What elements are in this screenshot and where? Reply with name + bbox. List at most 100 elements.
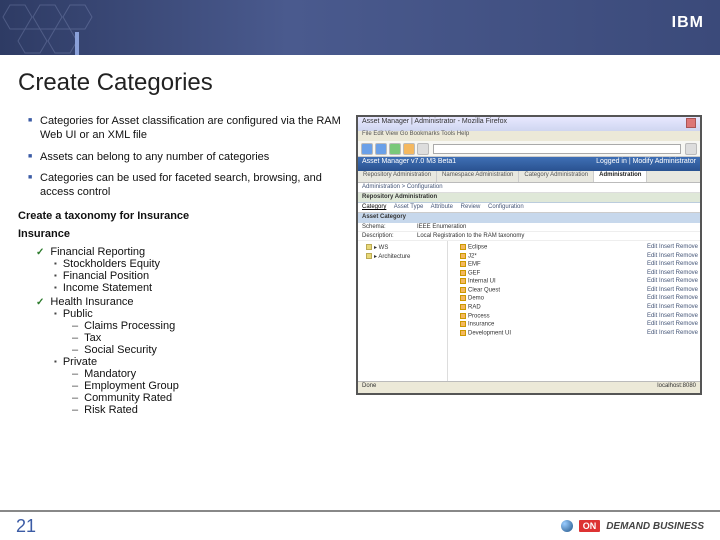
- tree-node: Health Insurance Public Claims Processin…: [36, 296, 348, 416]
- tree-node: Income Statement: [54, 282, 348, 294]
- tree-node: Mandatory: [72, 368, 348, 380]
- tree-item[interactable]: Clear QuestEdit Insert Remove: [450, 286, 698, 295]
- address-bar[interactable]: [433, 144, 681, 154]
- reload-icon[interactable]: [389, 143, 401, 155]
- tree-item[interactable]: J2*Edit Insert Remove: [450, 252, 698, 261]
- subtab-category[interactable]: Category: [362, 204, 386, 210]
- back-icon[interactable]: [361, 143, 373, 155]
- tree-item[interactable]: Internal UIEdit Insert Remove: [450, 277, 698, 286]
- subtab-attribute[interactable]: Attribute: [431, 204, 453, 210]
- go-icon[interactable]: [685, 143, 697, 155]
- bullet-item: Assets can belong to any number of categ…: [28, 151, 348, 165]
- row-actions[interactable]: Edit Insert Remove: [647, 244, 698, 251]
- row-actions[interactable]: Edit Insert Remove: [647, 313, 698, 320]
- category-icon: [460, 287, 466, 293]
- tree-item[interactable]: EMFEdit Insert Remove: [450, 260, 698, 269]
- login-info[interactable]: Logged in | Modify Administrator: [596, 158, 696, 170]
- tree-item[interactable]: DemoEdit Insert Remove: [450, 294, 698, 303]
- subtab-configuration[interactable]: Configuration: [488, 204, 524, 210]
- tree-item[interactable]: ▸ WS: [360, 243, 445, 252]
- panel-title: Asset Category: [358, 213, 700, 223]
- on-badge: ON: [579, 520, 601, 532]
- globe-icon: [561, 520, 573, 532]
- row-actions[interactable]: Edit Insert Remove: [647, 330, 698, 337]
- embedded-screenshot: Asset Manager | Administrator - Mozilla …: [356, 115, 702, 395]
- browser-menu[interactable]: File Edit View Go Bookmarks Tools Help: [358, 131, 700, 141]
- app-title: Asset Manager v7.0 M3 Beta1: [362, 158, 456, 170]
- window-titlebar: Asset Manager | Administrator - Mozilla …: [358, 117, 700, 131]
- tree-node: Tax: [72, 332, 348, 344]
- row-actions[interactable]: Edit Insert Remove: [647, 304, 698, 311]
- footer: 21 ON DEMAND BUSINESS: [0, 510, 720, 540]
- status-right: localhost:8080: [657, 383, 696, 392]
- status-left: Done: [362, 383, 376, 392]
- row-actions[interactable]: Edit Insert Remove: [647, 287, 698, 294]
- taxonomy-tree: Financial Reporting Stockholders Equity …: [18, 246, 348, 416]
- category-icon: [460, 253, 466, 259]
- row-actions[interactable]: Edit Insert Remove: [647, 295, 698, 302]
- bullet-item: Categories can be used for faceted searc…: [28, 172, 348, 200]
- subtab-asset-type[interactable]: Asset Type: [394, 204, 424, 210]
- tree-item[interactable]: EclipseEdit Insert Remove: [450, 243, 698, 252]
- tab-category-admin[interactable]: Category Administration: [519, 171, 594, 182]
- category-icon: [460, 321, 466, 327]
- main-tabs: Repository Administration Namespace Admi…: [358, 171, 700, 183]
- category-icon: [460, 261, 466, 267]
- tree-item[interactable]: InsuranceEdit Insert Remove: [450, 320, 698, 329]
- tree-node: Claims Processing: [72, 320, 348, 332]
- row-actions[interactable]: Edit Insert Remove: [647, 253, 698, 260]
- tree-item[interactable]: GEFEdit Insert Remove: [450, 269, 698, 278]
- tree-node: Employment Group: [72, 380, 348, 392]
- schema-row: Schema: IEEE Enumeration: [358, 223, 700, 232]
- row-actions[interactable]: Edit Insert Remove: [647, 278, 698, 285]
- row-actions[interactable]: Edit Insert Remove: [647, 261, 698, 268]
- tree-item[interactable]: ▸ Architecture: [360, 252, 445, 261]
- category-icon: [460, 330, 466, 336]
- tree-node: Financial Reporting Stockholders Equity …: [36, 246, 348, 294]
- ibm-logo: IBM: [672, 14, 704, 32]
- row-actions[interactable]: Edit Insert Remove: [647, 321, 698, 328]
- status-bar: Done localhost:8080: [358, 381, 700, 393]
- hex-pattern-decor: [0, 0, 220, 55]
- page-title: Create Categories: [18, 69, 702, 97]
- category-icon: [460, 313, 466, 319]
- category-icon: [460, 278, 466, 284]
- tree-item[interactable]: ProcessEdit Insert Remove: [450, 312, 698, 321]
- left-column: Categories for Asset classification are …: [18, 115, 348, 418]
- sub-tabs: Category Asset Type Attribute Review Con…: [358, 203, 700, 213]
- brand-text: DEMAND BUSINESS: [606, 521, 704, 532]
- category-icon: [460, 244, 466, 250]
- folder-icon: [366, 253, 372, 259]
- tab-namespace-admin[interactable]: Namespace Administration: [437, 171, 519, 182]
- tree-node: Community Rated: [72, 392, 348, 404]
- schema-row: Description: Local Registration to the R…: [358, 232, 700, 241]
- home-icon[interactable]: [417, 143, 429, 155]
- category-icon: [460, 304, 466, 310]
- category-icon: [460, 270, 466, 276]
- category-icon: [460, 295, 466, 301]
- stop-icon[interactable]: [403, 143, 415, 155]
- tab-repository-admin[interactable]: Repository Administration: [358, 171, 437, 182]
- tree-item[interactable]: RADEdit Insert Remove: [450, 303, 698, 312]
- taxonomy-root: Insurance: [18, 228, 348, 240]
- tree-node: Stockholders Equity: [54, 258, 348, 270]
- taxonomy-heading: Create a taxonomy for Insurance: [18, 210, 348, 222]
- row-actions[interactable]: Edit Insert Remove: [647, 270, 698, 277]
- ondemand-brand: ON DEMAND BUSINESS: [561, 520, 704, 532]
- header-accent-bar: [75, 32, 79, 55]
- tree-node: Risk Rated: [72, 404, 348, 416]
- bullet-list: Categories for Asset classification are …: [18, 115, 348, 200]
- tree-node: Private Mandatory Employment Group Commu…: [54, 356, 348, 416]
- tree-node: Public Claims Processing Tax Social Secu…: [54, 308, 348, 356]
- subtab-review[interactable]: Review: [461, 204, 481, 210]
- window-title: Asset Manager | Administrator - Mozilla …: [362, 118, 507, 130]
- page-number: 21: [16, 516, 36, 537]
- breadcrumb[interactable]: Administration > Configuration: [358, 183, 700, 193]
- close-icon[interactable]: [686, 118, 696, 128]
- tree-item[interactable]: Development UIEdit Insert Remove: [450, 329, 698, 338]
- forward-icon[interactable]: [375, 143, 387, 155]
- tab-administration[interactable]: Administration: [594, 171, 647, 182]
- bullet-item: Categories for Asset classification are …: [28, 115, 348, 143]
- tree-node: Social Security: [72, 344, 348, 356]
- folder-icon: [366, 244, 372, 250]
